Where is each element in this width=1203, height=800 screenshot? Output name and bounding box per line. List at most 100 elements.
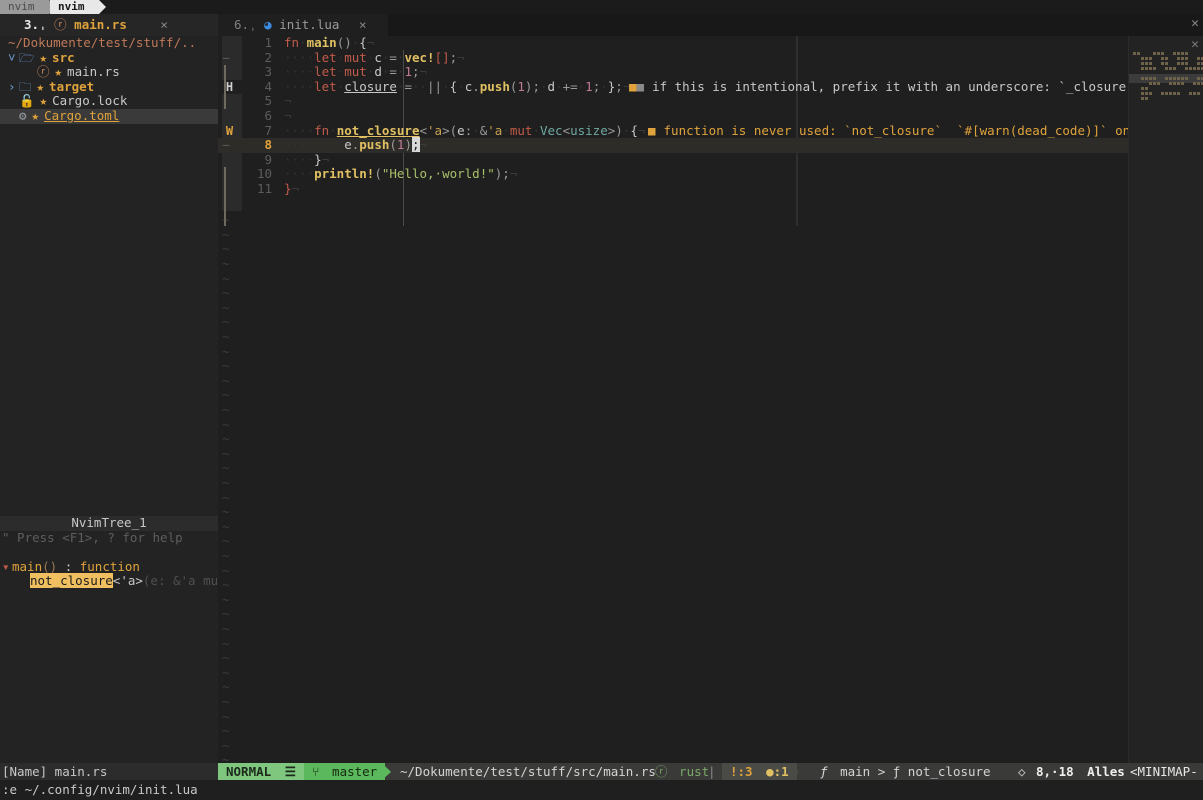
minimap-pixel (1145, 92, 1148, 95)
code-line[interactable]: – 2 ····let·mut·c·=·vec![];¬ (218, 49, 1203, 66)
minimap-pixel (1169, 92, 1172, 95)
token: e (344, 137, 352, 153)
warning-icon: ! (730, 764, 738, 779)
minimap-pixel (1165, 77, 1168, 80)
chevron-right-icon[interactable]: › (8, 79, 19, 95)
minimap-pixel (1173, 82, 1176, 85)
symbol-not-closure[interactable]: not_closure<'a>(e: &'a mu (0, 573, 218, 589)
sidebar-statusline: [Name] main.rs (0, 763, 220, 780)
fold-marker[interactable]: – (222, 138, 230, 153)
code-line[interactable]: 5 ¬ (218, 94, 1203, 109)
token: > (442, 122, 450, 138)
terminal-tab-inactive[interactable]: nvim (0, 0, 56, 14)
tree-item-cargo-lock[interactable]: 🔓 ★ Cargo.lock (0, 94, 218, 109)
minimap-close-icon[interactable]: ✕ (1191, 37, 1199, 53)
symbol-not-closure-generic: <'a> (112, 573, 143, 588)
line-number: 5 (264, 93, 272, 109)
statusline-warning-count: :3 (737, 764, 753, 779)
minimap-pixel (1193, 92, 1196, 95)
code-line[interactable]: 9 ····}¬ (218, 151, 1203, 168)
minimap-pixel (1181, 57, 1184, 60)
token: ( (389, 137, 397, 153)
tab-main-rs-close-icon[interactable]: × (160, 17, 168, 32)
minimap-pixel (1165, 62, 1168, 65)
tab-init-lua-close-icon[interactable]: × (359, 17, 367, 32)
sign-hint: H (225, 79, 234, 94)
command-line[interactable]: :e ~/.config/nvim/init.lua (0, 780, 1203, 800)
minimap-pixel (1169, 67, 1172, 70)
code-line[interactable]: 11}¬ (218, 181, 1203, 197)
editor-pane[interactable]: ~~~~~~~~~~~~~~~~~~~~~~~~~~~~~~~~~~~~~~~~… (218, 36, 1203, 767)
line-number: 8 (264, 137, 272, 153)
chevron-down-icon[interactable]: ˅ (8, 50, 19, 66)
code-line[interactable]: 3 ····let·mut·d·=·1;¬ (218, 64, 1203, 80)
minimap-pixel (1177, 92, 1180, 95)
line-number: 11 (256, 181, 272, 196)
token: < (419, 122, 428, 138)
token: ···· (284, 122, 315, 138)
token: ···· (284, 78, 315, 94)
token: usize (570, 122, 608, 138)
minimap-pixel (1145, 77, 1148, 80)
tree-item-cargo-toml[interactable]: ⚙ ★ Cargo.toml (0, 108, 218, 124)
token: let (314, 49, 337, 65)
code-line[interactable]: 10 ····println!("Hello,·world!");¬ (218, 167, 1203, 182)
token: < (562, 122, 571, 138)
token: d (547, 78, 556, 94)
line-number: 9 (264, 151, 272, 167)
token: ¬ (284, 108, 292, 123)
minimap-pixel (1165, 92, 1168, 95)
symbol-main-paren: () (42, 559, 58, 574)
minimap-pixel (1181, 82, 1184, 85)
function-icon: ƒ (820, 764, 828, 779)
statusline-position: 8,·18 Alles (1036, 763, 1125, 780)
git-status-star-icon: ★ (39, 49, 48, 65)
diagnostic-text: if this is intentional, prefix it with a… (652, 78, 1134, 94)
code-line[interactable]: 1 fn·main()·{¬ (218, 36, 1203, 51)
code-line[interactable]: – 8 ········e.push(1);¬ (218, 137, 1203, 153)
close-icon[interactable]: ✕ (1191, 16, 1199, 32)
minimap-pixel (1149, 67, 1152, 70)
code-lines[interactable]: 1 fn·main()·{¬ –2 ····let·mut·c·=·vec![];¬ 3… (218, 36, 1203, 766)
tab-main-rs[interactable]: 3.ˌ ⓡ main.rs × (0, 14, 242, 36)
token: fn (314, 122, 330, 138)
tab-main-rs-sep: ˌ (39, 17, 47, 32)
minimap-pixel (1165, 67, 1168, 70)
line-text: ¬ (284, 94, 292, 109)
hint-icon: ● (766, 764, 774, 779)
code-line[interactable]: 6 ¬ (218, 108, 1203, 124)
token: c (374, 49, 382, 65)
tree-root-path: ~/Dokumente/test/stuff/.. (8, 35, 197, 50)
minimap-pixel (1145, 67, 1148, 70)
token: 1 (585, 78, 593, 94)
minimap-pixel (1149, 92, 1152, 95)
token: · (600, 78, 608, 94)
statusline-position-value: 8,·18 (1036, 764, 1074, 779)
statusline-separator: | (708, 764, 716, 779)
tree-item-src[interactable]: ˅ 🗁 ★ src (0, 49, 218, 66)
minimap-divider (1128, 36, 1129, 766)
line-text: ····let·mut·d·=·1;¬ (284, 64, 427, 80)
terminal-tab-active[interactable]: nvim (50, 0, 106, 14)
minimap-pixel (1145, 97, 1148, 100)
token: push (479, 78, 510, 94)
file-tree-sidebar[interactable]: ~/Dokumente/test/stuff/.. ˅ 🗁 ★ src ⓡ ★ main.rs… (0, 35, 218, 766)
token: e (457, 122, 465, 138)
tree-item-main-rs[interactable]: ⓡ ★ main.rs (0, 64, 218, 80)
token: ; (532, 78, 540, 94)
minimap-pixel (1145, 87, 1148, 90)
token: mut (509, 122, 533, 138)
tab-init-lua[interactable]: 6.ˌ ◕ init.lua × (218, 14, 404, 36)
minimap-pixel (1141, 62, 1144, 65)
minimap[interactable]: ✕ (1129, 36, 1203, 766)
breadcrumb: ƒ main > ƒ not_closure (820, 763, 991, 780)
fold-marker[interactable]: – (222, 51, 230, 66)
line-text: fn·main()·{¬ (284, 36, 374, 51)
statusline-branch-label: master (332, 764, 378, 779)
symbol-expand-icon[interactable]: ▾ (2, 559, 12, 575)
token: · (555, 78, 563, 94)
line-number: 1 (264, 36, 272, 50)
token: ¬ (284, 93, 292, 109)
tree-item-target[interactable]: › 🗀 ★ target (0, 79, 218, 95)
token: ; (411, 64, 420, 80)
